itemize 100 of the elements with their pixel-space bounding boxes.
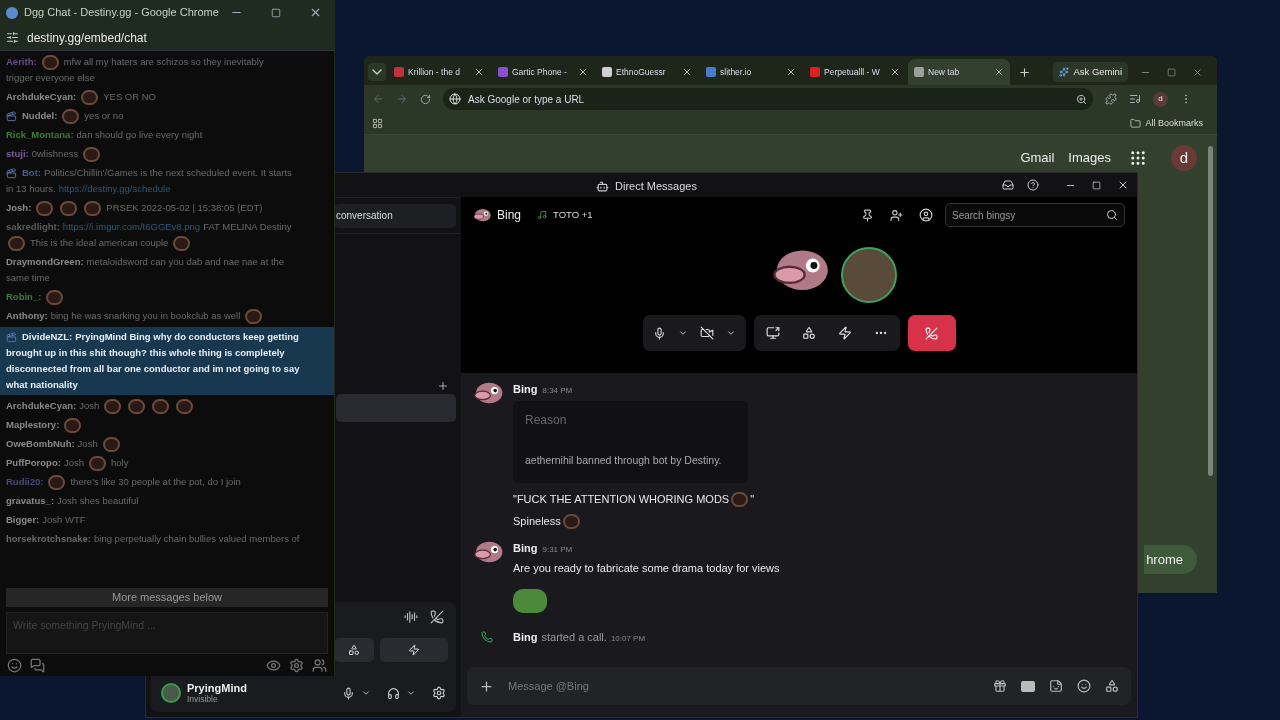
profile-avatar[interactable]: d [1153,91,1168,107]
media-icon[interactable] [1129,93,1141,105]
help-icon[interactable] [1027,179,1039,191]
browser-tab[interactable]: New tab [908,59,1010,85]
message-author[interactable]: Bing [513,629,538,646]
noise-suppression-icon[interactable] [404,610,418,624]
hang-up-icon [925,326,938,340]
username[interactable]: stuji: [6,146,29,162]
account-avatar[interactable]: d [1171,145,1197,171]
message-author[interactable]: Bing [513,381,538,398]
browser-tab[interactable]: Gartic Phone - [492,59,594,85]
extensions-icon[interactable] [1105,93,1117,105]
gift-icon[interactable] [993,679,1007,693]
address-bar[interactable]: Ask Google or type a URL [443,88,1093,110]
close-tab-icon[interactable] [578,67,588,77]
pin-icon[interactable] [861,208,874,222]
new-tab-icon[interactable] [1018,65,1031,79]
apps-icon[interactable] [372,118,383,129]
close-tab-icon[interactable] [474,67,484,77]
username[interactable]: Bigger: [6,512,40,528]
user-profile-icon[interactable] [919,208,933,222]
header-link[interactable]: Images [1068,148,1111,168]
more-messages-bar[interactable]: More messages below [6,588,328,607]
headphones-icon[interactable] [387,686,400,700]
inbox-icon[interactable] [1002,179,1014,191]
browser-tab[interactable]: EthnoGuessr [596,59,698,85]
emote-icon [84,200,102,216]
disconnect-icon[interactable] [430,610,444,624]
dm-name: Bing [497,207,522,224]
reload-icon[interactable] [420,93,431,105]
username[interactable]: PuffPoropo: [6,455,61,471]
username[interactable]: ArchdukeCyan: [6,398,77,414]
chat-text: Josh [63,455,84,470]
username[interactable]: Anthony: [6,308,48,324]
chrome-button[interactable]: hrome [1144,544,1197,574]
browser-tab[interactable]: Perpetualll - W [804,59,906,85]
close-icon[interactable] [309,6,322,19]
username[interactable]: Maplestory: [6,417,60,433]
close-tab-icon[interactable] [682,67,692,77]
add-attachment-icon[interactable] [479,678,494,694]
maximize-icon[interactable] [271,7,281,18]
header-link[interactable]: Gmail [1020,148,1055,168]
caret-icon[interactable] [725,328,736,338]
microphone-icon[interactable] [342,686,355,700]
site-settings-icon[interactable] [6,31,19,44]
soundboard-button[interactable] [380,638,448,662]
browser-tab[interactable]: Krillion - the d [388,59,490,85]
username[interactable]: horsekrotchsnake: [6,531,91,547]
username[interactable]: Rick_Montana: [6,127,74,143]
username[interactable]: Nuddel: [22,108,58,124]
activity-icon[interactable] [801,326,816,340]
maximize-icon[interactable] [1092,180,1101,190]
call-text: started a call. [541,630,607,645]
sticker-icon[interactable] [1049,679,1063,693]
message-input[interactable]: Message @Bing [467,667,1131,705]
whisper-icon[interactable] [30,657,45,673]
username[interactable]: DivideNZL: [22,329,73,345]
close-icon[interactable] [1117,179,1129,191]
activity-button[interactable] [334,638,374,662]
username[interactable]: gravatus_: [6,493,55,509]
close-tab-icon[interactable] [994,67,1004,77]
embed-title: Reason [525,411,568,429]
apps-icon[interactable] [1105,679,1119,693]
end-call-button[interactable] [907,315,956,351]
find-conversation-button[interactable]: conversation [334,203,456,228]
zoom-icon[interactable] [1076,93,1087,105]
microphone-icon[interactable] [652,326,666,340]
settings-icon[interactable] [432,686,446,700]
message-author[interactable]: Bing [513,539,538,556]
scrollbar[interactable] [1208,146,1213,476]
search-field[interactable]: Search bingsy [945,203,1125,227]
soundboard-icon[interactable] [837,326,852,340]
add-friend-icon[interactable] [890,208,903,222]
camera-off-icon[interactable] [699,326,714,340]
caret-icon[interactable] [361,688,371,698]
screen-share-icon[interactable] [765,326,780,340]
eye-icon[interactable] [266,657,281,673]
close-tab-icon[interactable] [786,67,796,77]
apps-grid-icon[interactable] [1129,149,1147,167]
caret-icon[interactable] [677,328,688,338]
username[interactable]: ArchdukeCyan: [6,89,77,105]
users-icon[interactable] [312,657,327,673]
chat-text: same time [6,270,50,285]
close-tab-icon[interactable] [890,67,900,77]
create-dm-icon[interactable] [437,380,449,392]
browser-tab[interactable]: slither.io [700,59,802,85]
emoji-icon[interactable] [7,657,22,673]
emoji-icon[interactable] [1077,679,1091,693]
fish-avatar-drawing [473,381,503,405]
message-text: Spineless [513,513,561,529]
user-avatar[interactable] [161,683,181,703]
ask-gemini-button[interactable]: Ask Gemini [1053,62,1128,82]
emote-icon [176,398,194,414]
caret-icon[interactable] [406,688,416,698]
tab-search-icon[interactable] [368,63,386,81]
username[interactable]: Robin_: [6,289,42,305]
username[interactable]: DraymondGreen: [6,254,84,270]
all-bookmarks-link[interactable]: All Bookmarks [1145,116,1203,131]
username[interactable]: Josh: [6,200,32,216]
username[interactable]: OweBombNuh: [6,436,75,452]
